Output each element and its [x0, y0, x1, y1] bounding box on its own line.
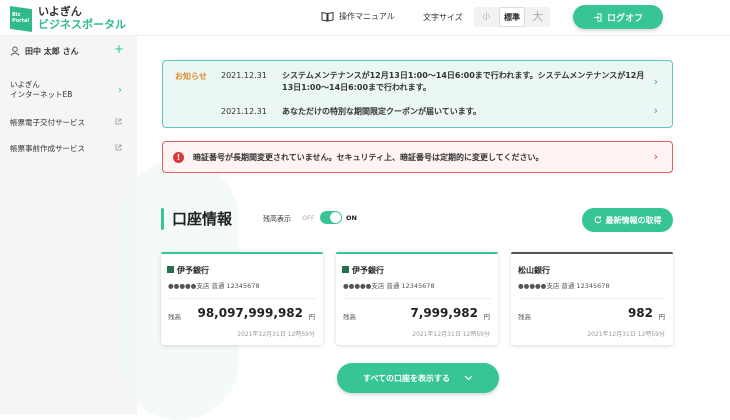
header: Biz Portal いよぎん ビジネスポータル 操作マニュアル 文字サイズ 小… [0, 0, 730, 36]
balance-timestamp: 2021年12月31日 12時59分 [237, 331, 315, 338]
toggle-off-label: OFF [302, 214, 315, 222]
notice-date: 2021.12.31 [221, 107, 267, 116]
section-title: 口座情報 [172, 210, 233, 228]
bank-logo-icon [167, 266, 174, 273]
font-size-selector: 小 標準 大 [474, 7, 550, 27]
currency-unit: 円 [483, 313, 491, 321]
bank-name: 松山銀行 [518, 266, 550, 275]
user-menu[interactable]: 田中 太郎 さん + [10, 42, 128, 58]
chevron-right-icon[interactable]: › [654, 104, 658, 117]
account-card[interactable]: 伊予銀行 ●●●●●支店 普通 12345678 残高 98,097,999,9… [161, 252, 323, 345]
chevron-down-icon [464, 375, 473, 381]
bank-name: 伊予銀行 [177, 266, 209, 275]
sidebar-item-internet-eb[interactable]: いよぎん インターネットEB › [10, 80, 128, 100]
bank-name: 伊予銀行 [352, 266, 384, 275]
balance-toggle-label: 残高表示 [263, 215, 291, 223]
sidebar-item-pre-creation[interactable]: 帳票事前作成サービス [10, 144, 128, 154]
external-link-icon [115, 144, 122, 151]
logout-icon [593, 13, 602, 21]
sidebar-item-label: 帳票電子交付サービス [10, 118, 85, 127]
notice-text: あなただけの特別な期間限定クーポンが届いています。 [282, 107, 481, 116]
chevron-right-icon[interactable]: › [654, 75, 658, 88]
show-all-label: すべての口座を表示する [362, 373, 451, 383]
font-size-small[interactable]: 小 [474, 7, 499, 27]
account-card[interactable]: 松山銀行 ●●●●●支店 普通 12345678 残高 982 円 2021年1… [511, 252, 673, 345]
refresh-label: 最新情報の取得 [605, 215, 662, 225]
sidebar-item-label: いよぎん [10, 80, 40, 89]
section-accent [161, 208, 164, 230]
balance-label: 残高 [518, 313, 531, 321]
currency-unit: 円 [308, 313, 316, 321]
logo-line1: いよぎん [38, 5, 82, 18]
logout-label: ログオフ [606, 13, 643, 24]
balance-label: 残高 [168, 313, 181, 321]
card-accent [161, 252, 323, 254]
font-size-standard[interactable]: 標準 [498, 7, 526, 27]
warning-icon: ! [173, 152, 184, 163]
manual-label: 操作マニュアル [339, 12, 395, 21]
account-info: ●●●●●支店 普通 12345678 [518, 282, 610, 290]
balance-amount: 98,097,999,982 [197, 306, 303, 320]
alert-text: 暗証番号が長期間変更されていません。セキュリティ上、暗証番号は定期的に変更してく… [193, 153, 544, 162]
chevron-right-icon: › [118, 85, 122, 96]
notice-label: お知らせ [175, 72, 207, 81]
balance-amount: 982 [627, 306, 653, 320]
balance-amount: 7,999,982 [410, 306, 478, 320]
account-card[interactable]: 伊予銀行 ●●●●●支店 普通 12345678 残高 7,999,982 円 … [336, 252, 498, 345]
font-size-label: 文字サイズ [423, 13, 463, 22]
notice-text: システムメンテナンスが12月13日1:00〜14日6:00まで行われます。システ… [282, 71, 645, 92]
external-link-icon [115, 118, 122, 125]
font-size-large[interactable]: 大 [525, 7, 550, 27]
refresh-icon [594, 216, 601, 224]
logo[interactable]: Biz Portal いよぎん ビジネスポータル [10, 6, 130, 32]
logo-line2: ビジネスポータル [38, 18, 126, 31]
sidebar-item-e-delivery[interactable]: 帳票電子交付サービス [10, 118, 128, 128]
card-accent [336, 252, 498, 254]
account-info: ●●●●●支店 普通 12345678 [343, 282, 435, 290]
sidebar-item-label: インターネットEB [10, 90, 73, 99]
card-accent [511, 252, 673, 254]
account-info: ●●●●●支店 普通 12345678 [168, 282, 260, 290]
balance-timestamp: 2021年12月31日 12時59分 [412, 331, 490, 338]
manual-link[interactable]: 操作マニュアル [321, 11, 395, 22]
user-icon [10, 46, 20, 56]
logout-button[interactable]: ログオフ [573, 5, 663, 29]
toggle-on-label: ON [346, 214, 357, 222]
add-user-icon[interactable]: + [114, 42, 124, 56]
divider [168, 298, 316, 299]
chevron-right-icon: › [653, 150, 658, 163]
sidebar: 田中 太郎 さん + いよぎん インターネットEB › 帳票電子交付サービス 帳… [0, 36, 137, 414]
toggle-knob [330, 212, 341, 223]
divider [518, 298, 666, 299]
balance-timestamp: 2021年12月31日 12時59分 [587, 331, 665, 338]
biz-portal-logo-icon: Biz Portal [10, 6, 32, 32]
notice-box: お知らせ 2021.12.31 システムメンテナンスが12月13日1:00〜14… [162, 60, 673, 128]
notice-date: 2021.12.31 [221, 71, 267, 80]
currency-unit: 円 [658, 313, 666, 321]
divider [343, 298, 491, 299]
refresh-button[interactable]: 最新情報の取得 [582, 208, 673, 232]
password-alert[interactable]: ! 暗証番号が長期間変更されていません。セキュリティ上、暗証番号は定期的に変更し… [162, 141, 673, 173]
show-all-accounts-button[interactable]: すべての口座を表示する [337, 363, 499, 393]
main-content: お知らせ 2021.12.31 システムメンテナンスが12月13日1:00〜14… [137, 36, 730, 414]
balance-toggle[interactable] [320, 211, 342, 224]
sidebar-item-label: 帳票事前作成サービス [10, 144, 85, 153]
book-icon [321, 11, 334, 22]
bank-logo-icon [342, 266, 349, 273]
balance-label: 残高 [343, 313, 356, 321]
user-name: 田中 太郎 さん [25, 46, 79, 56]
